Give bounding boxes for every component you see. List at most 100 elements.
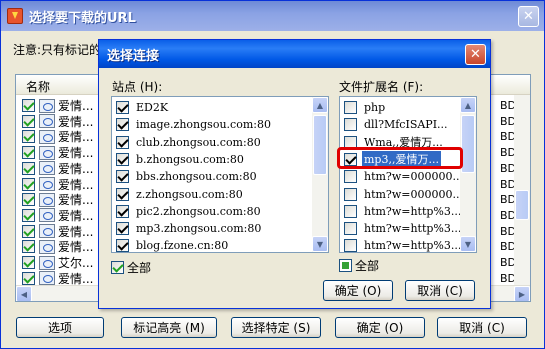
options-button[interactable]: 选项 — [16, 317, 104, 338]
site-item[interactable]: image.zhongsou.com:80 — [116, 116, 273, 133]
extension-checkbox[interactable] — [344, 118, 357, 132]
site-checkbox[interactable] — [116, 118, 129, 132]
site-checkbox[interactable] — [116, 239, 129, 252]
extension-checkbox[interactable] — [344, 204, 357, 218]
image-file-icon — [39, 271, 55, 286]
row-checkbox[interactable] — [22, 177, 35, 191]
row-checkbox[interactable] — [22, 114, 35, 128]
site-item[interactable]: pic2.zhongsou.com:80 — [116, 203, 263, 220]
site-item[interactable]: mp3.zhongsou.com:80 — [116, 220, 263, 237]
scroll-down-icon[interactable]: ▼ — [312, 236, 328, 252]
file-icon — [39, 224, 55, 239]
dialog-close-button[interactable]: ✕ — [465, 44, 486, 65]
list-item[interactable]: 爱情... — [22, 238, 93, 255]
list-item[interactable]: 爱情... — [22, 160, 93, 177]
mark-highlight-button[interactable]: 标记高亮 (M) — [121, 317, 217, 338]
extension-item[interactable]: htm?w=http%3... — [344, 237, 463, 252]
row-checkbox[interactable] — [22, 193, 35, 207]
scroll-right-icon[interactable]: ▶ — [514, 286, 530, 301]
row-label: 爱情... — [58, 208, 94, 223]
file-icon — [39, 145, 55, 160]
sites-listbox[interactable]: ED2K image.zhongsou.com:80 club.zhongsou.c… — [111, 96, 329, 253]
row-checkbox[interactable] — [22, 208, 35, 222]
scroll-thumb[interactable] — [313, 115, 327, 175]
list-item[interactable]: 爱情... — [22, 113, 93, 130]
extension-label: htm?w=000000... — [364, 170, 463, 184]
extension-item[interactable]: htm?w=000000... — [344, 168, 465, 185]
url-list-vertical-scrollbar[interactable] — [514, 95, 530, 285]
row-checkbox[interactable] — [22, 146, 35, 160]
extensions-label: 文件扩展名 (F): — [339, 80, 424, 94]
sites-select-all[interactable]: 全部 — [111, 259, 151, 276]
site-item[interactable]: bbs.zhongsou.com:80 — [116, 168, 259, 185]
site-checkbox[interactable] — [116, 222, 129, 236]
window-close-button[interactable]: ✕ — [518, 6, 539, 27]
row-checkbox[interactable] — [22, 240, 35, 254]
extensions-all-checkbox[interactable] — [339, 259, 352, 272]
list-item[interactable]: 艾尔... — [22, 254, 93, 271]
scroll-down-icon[interactable]: ▼ — [460, 236, 476, 252]
ok-button[interactable]: 确定 (O) — [335, 317, 425, 338]
site-item[interactable]: blog.fzone.cn:80 — [116, 237, 230, 252]
row-checkbox[interactable] — [22, 99, 35, 112]
site-item[interactable]: club.zhongsou.com:80 — [116, 134, 263, 151]
scroll-thumb[interactable] — [461, 115, 475, 173]
extension-item[interactable]: htm?w=000000... — [344, 186, 465, 203]
dialog-cancel-button[interactable]: 取消 (C) — [405, 280, 475, 301]
sites-scrollbar[interactable]: ▲ ▼ — [312, 97, 328, 252]
dialog-ok-button[interactable]: 确定 (O) — [323, 280, 393, 301]
row-checkbox[interactable] — [22, 130, 35, 144]
site-checkbox[interactable] — [116, 187, 129, 201]
extension-item[interactable]: htm?w=http%3... — [344, 203, 463, 220]
row-checkbox[interactable] — [22, 256, 35, 269]
extensions-scrollbar[interactable]: ▲ ▼ — [460, 97, 476, 252]
list-item[interactable]: 爱情... — [22, 97, 93, 114]
scroll-up-icon[interactable]: ▲ — [460, 97, 476, 113]
list-item[interactable]: 爱情... — [22, 176, 93, 193]
list-item[interactable]: 爱情... — [22, 191, 93, 208]
extension-label: dll?MfcISAPI... — [364, 118, 448, 132]
row-label: 艾尔... — [58, 256, 94, 270]
select-connection-dialog: 选择连接 ✕ 站点 (H): 文件扩展名 (F): ED2K image.zhon… — [98, 39, 491, 309]
extension-checkbox[interactable] — [344, 222, 357, 236]
site-checkbox[interactable] — [116, 204, 129, 218]
scroll-thumb[interactable] — [515, 190, 529, 220]
extension-label: htm?w=http%3... — [364, 222, 462, 236]
site-checkbox[interactable] — [116, 135, 129, 149]
extension-checkbox[interactable] — [344, 170, 357, 184]
site-checkbox[interactable] — [116, 152, 129, 166]
extensions-listbox[interactable]: php dll?MfcISAPI... Wma,,爱情万... mp3,,爱情万...… — [339, 96, 477, 253]
window-titlebar: 选择要下载的URL ✕ — [1, 1, 544, 31]
cancel-button[interactable]: 取消 (C) — [437, 317, 527, 338]
name-column-header[interactable]: 名称 — [26, 78, 50, 95]
row-label: 爱情... — [58, 146, 94, 161]
list-item[interactable]: 爱情... — [22, 144, 93, 161]
row-checkbox[interactable] — [22, 161, 35, 175]
extension-checkbox[interactable] — [344, 239, 357, 252]
extension-item[interactable]: php — [344, 99, 387, 116]
extension-checkbox[interactable] — [344, 187, 357, 201]
site-item[interactable]: b.zhongsou.com:80 — [116, 151, 246, 168]
site-checkbox[interactable] — [116, 170, 129, 184]
sites-all-checkbox[interactable] — [111, 261, 124, 274]
scroll-left-icon[interactable]: ◀ — [16, 286, 32, 301]
row-checkbox[interactable] — [22, 224, 35, 238]
notice-text: 注意:只有标记的 — [13, 43, 102, 57]
list-item[interactable]: 爱情... — [22, 223, 93, 240]
list-item[interactable]: 爱情... — [22, 207, 93, 224]
list-item[interactable]: 爱情... — [22, 128, 93, 145]
extension-item[interactable]: htm?w=http%3... — [344, 220, 463, 237]
site-item[interactable]: z.zhongsou.com:80 — [116, 186, 245, 203]
extension-item[interactable]: dll?MfcISAPI... — [344, 116, 450, 133]
file-icon — [39, 161, 55, 176]
extensions-select-all[interactable]: 全部 — [339, 257, 379, 274]
extension-checkbox[interactable] — [344, 101, 357, 114]
site-label: pic2.zhongsou.com:80 — [136, 204, 261, 218]
row-checkbox[interactable] — [22, 271, 35, 285]
row-label: 爱情... — [58, 114, 94, 129]
site-checkbox[interactable] — [116, 101, 129, 114]
scroll-up-icon[interactable]: ▲ — [312, 97, 328, 113]
select-specific-button[interactable]: 选择特定 (S) — [231, 317, 321, 338]
file-icon — [39, 208, 55, 223]
site-item[interactable]: ED2K — [116, 99, 170, 116]
